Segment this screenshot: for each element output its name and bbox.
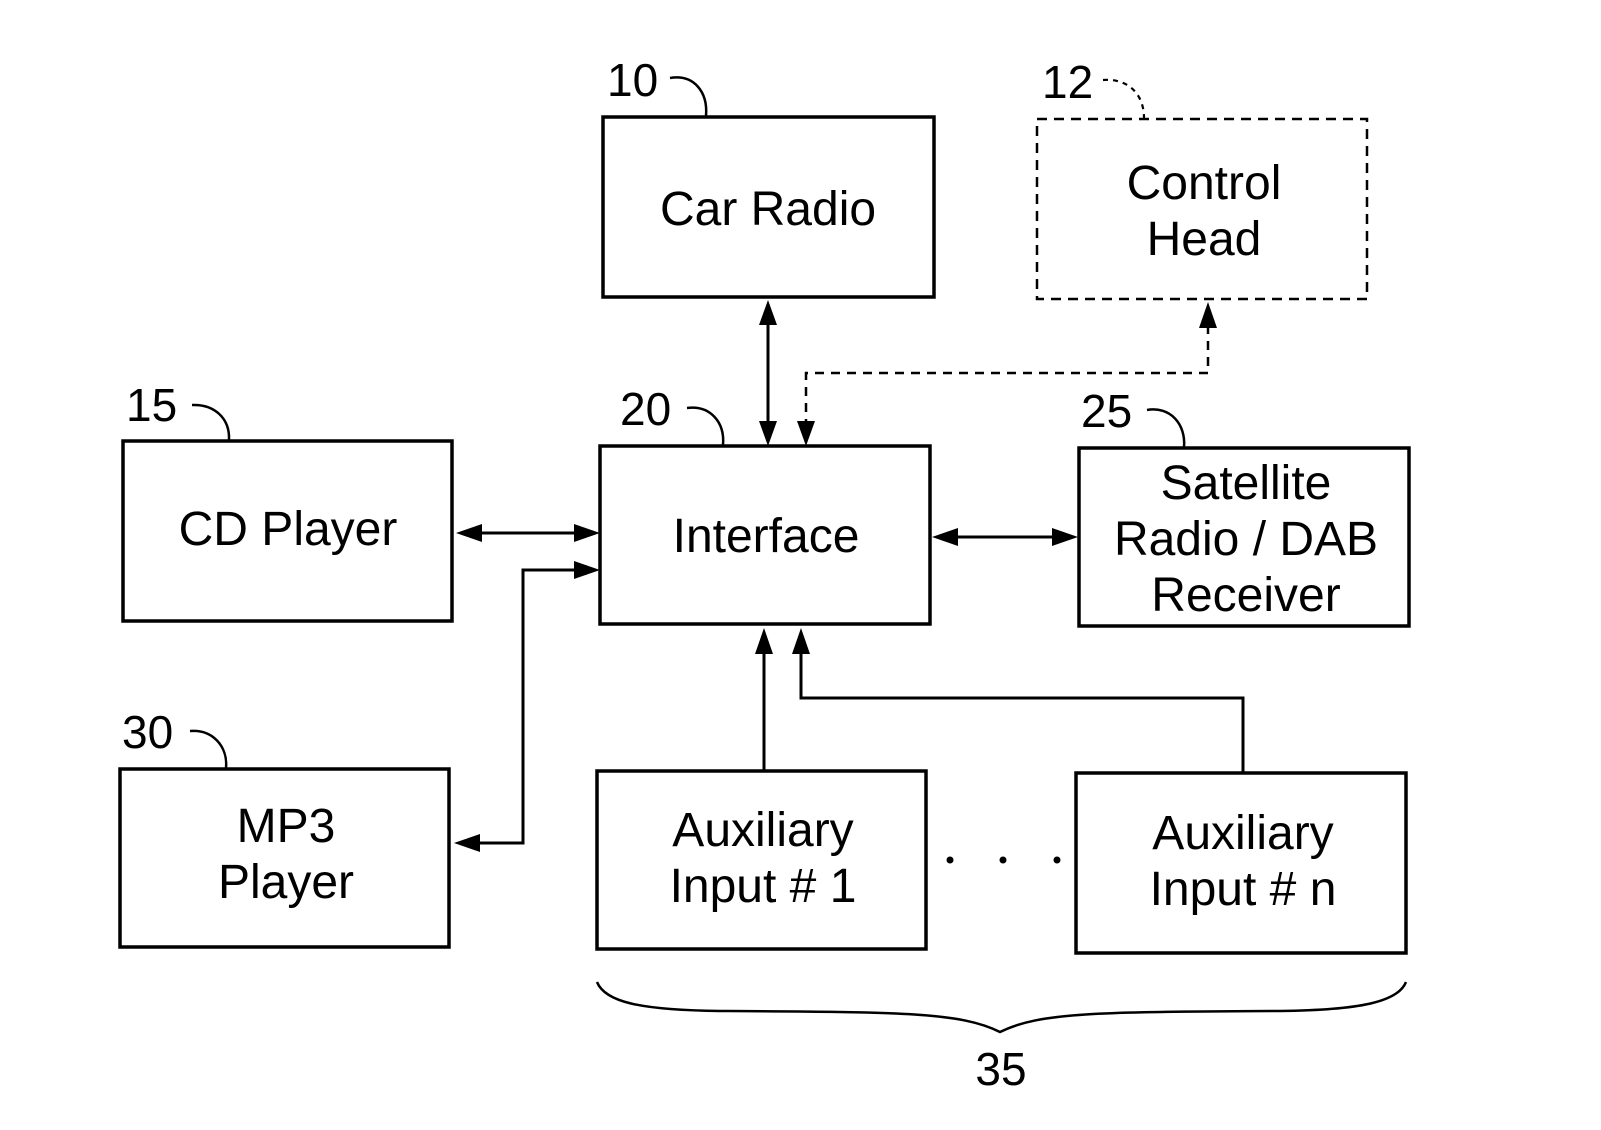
- ref-label-10: 10: [607, 54, 708, 117]
- block-label-line-2: Input # 1: [670, 860, 857, 913]
- connector-interface-satellite: [932, 528, 1078, 546]
- leader-line: [669, 76, 708, 117]
- leader-line: [1146, 408, 1186, 448]
- block-diagram: Car Radio 10 Control Head 12 CD Player 1…: [118, 54, 1411, 1095]
- connector-interface-control-head: [797, 302, 1217, 446]
- block-label-line-2: Radio / DAB: [1114, 513, 1378, 566]
- block-label: CD Player: [179, 503, 398, 556]
- block-control-head[interactable]: Control Head: [1035, 117, 1369, 301]
- leader-line: [189, 729, 228, 769]
- brace-auxiliary-group: 35: [595, 981, 1408, 1095]
- connector-mp3-player-interface: [454, 561, 600, 852]
- connector-aux1-interface: [755, 628, 773, 770]
- block-auxiliary-input-1[interactable]: Auxiliary Input # 1: [595, 769, 928, 951]
- group-ref-number: 35: [975, 1043, 1026, 1095]
- connector-auxn-interface: [792, 628, 1245, 772]
- block-satellite-dab-receiver[interactable]: Satellite Radio / DAB Receiver: [1077, 446, 1411, 628]
- ref-label-12: 12: [1042, 56, 1146, 119]
- block-label-line-1: Auxiliary: [1152, 807, 1333, 860]
- block-label-line-2: Input # n: [1150, 863, 1337, 916]
- ref-number: 10: [607, 54, 658, 106]
- block-car-radio[interactable]: Car Radio: [601, 115, 936, 299]
- curly-brace: [595, 981, 1408, 1034]
- block-label-line-1: MP3: [237, 800, 336, 853]
- ref-label-20: 20: [620, 383, 725, 446]
- leader-line: [686, 406, 725, 446]
- connector-car-radio-interface: [759, 300, 777, 446]
- block-label-line-1: Satellite: [1161, 457, 1332, 510]
- block-label-line-2: Player: [218, 856, 354, 909]
- ref-label-15: 15: [126, 379, 231, 441]
- leader-line: [191, 403, 231, 441]
- leader-line: [1102, 78, 1146, 119]
- block-label-line-1: Control: [1127, 157, 1282, 210]
- ref-number: 15: [126, 379, 177, 431]
- ellipsis-dots: [946, 856, 1061, 864]
- block-label-line-1: Auxiliary: [672, 804, 853, 857]
- block-label: Interface: [673, 510, 860, 563]
- block-cd-player[interactable]: CD Player: [121, 439, 454, 623]
- ref-number: 30: [122, 706, 173, 758]
- ref-number: 12: [1042, 56, 1093, 108]
- block-interface[interactable]: Interface: [598, 444, 932, 626]
- block-label-line-2: Head: [1147, 213, 1262, 266]
- block-label-line-3: Receiver: [1151, 569, 1340, 622]
- block-label: Car Radio: [660, 183, 876, 236]
- ref-label-30: 30: [122, 706, 228, 769]
- connector-cd-player-interface: [456, 524, 600, 542]
- block-mp3-player[interactable]: MP3 Player: [118, 767, 451, 949]
- ref-label-25: 25: [1081, 385, 1186, 448]
- block-auxiliary-input-n[interactable]: Auxiliary Input # n: [1074, 771, 1408, 955]
- ref-number: 25: [1081, 385, 1132, 437]
- ref-number: 20: [620, 383, 671, 435]
